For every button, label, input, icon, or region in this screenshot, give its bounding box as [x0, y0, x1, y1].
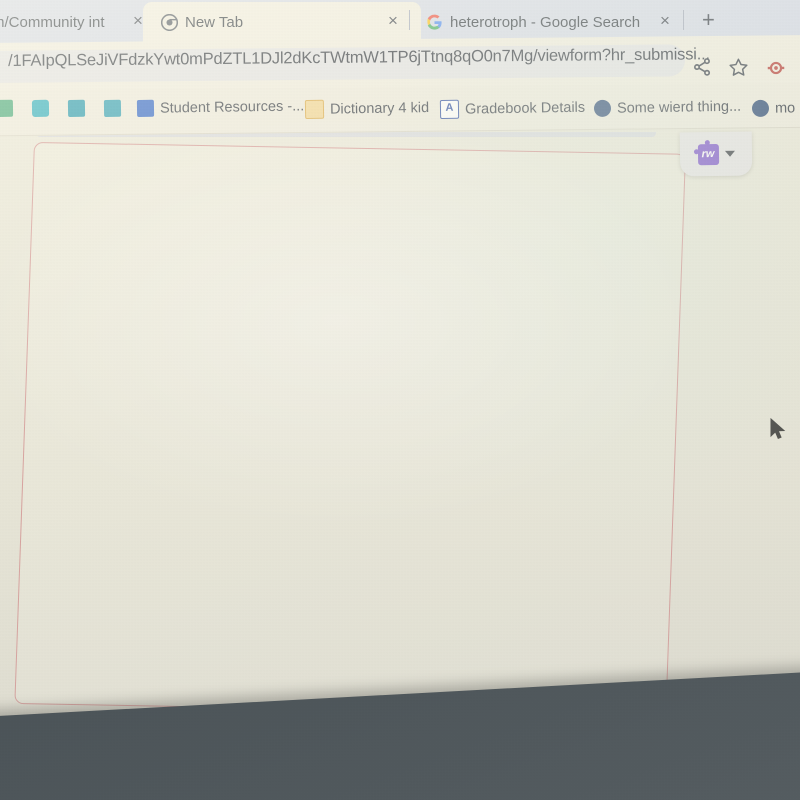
share-icon[interactable] [692, 57, 712, 77]
tab-label: New Tab [185, 13, 244, 31]
contact-icon [103, 99, 122, 117]
bookmark-item-dictionary[interactable]: Dictionary 4 kid [304, 98, 430, 119]
browser-window: m/Community int × New Tab × heterotroph … [0, 0, 800, 730]
extension-icon[interactable] [765, 57, 787, 79]
globe-icon [751, 99, 770, 117]
google-g-icon [427, 14, 442, 30]
bookmark-label: mo [774, 99, 796, 117]
mouse-cursor [770, 418, 786, 440]
tab-label: m/Community int [0, 13, 105, 31]
readwrite-puzzle-icon[interactable]: rw [697, 143, 719, 165]
bookmark-item-0[interactable] [0, 99, 14, 117]
gradebook-icon: A [439, 99, 460, 119]
bookmark-label: Dictionary 4 kid [329, 99, 430, 118]
bookmark-item-gradebook[interactable]: A Gradebook Details [439, 98, 586, 119]
chevron-down-icon[interactable] [724, 150, 735, 157]
chrome-icon [161, 13, 178, 31]
star-bookmark-icon[interactable] [728, 57, 749, 78]
readwrite-extension-bubble[interactable]: rw [679, 131, 753, 177]
tab-close-icon[interactable]: × [133, 12, 143, 29]
bookmark-item-student-resources[interactable]: Student Resources -... [136, 97, 305, 117]
tab-label: heterotroph - Google Search [450, 13, 641, 31]
bookmark-item-mo[interactable]: mo [751, 99, 796, 117]
dictionary-icon [304, 99, 325, 119]
bookmark-item-1[interactable] [31, 99, 50, 117]
tab-close-icon[interactable]: × [388, 12, 398, 29]
new-tab-button[interactable]: + [702, 9, 715, 31]
tab-new-tab[interactable]: New Tab [143, 2, 421, 42]
classroom-icon [136, 99, 155, 117]
book-icon [67, 99, 86, 117]
tab-close-icon[interactable]: × [660, 12, 670, 29]
bookmark-item-3[interactable] [103, 99, 122, 117]
bookmark-item-some-wierd-thing[interactable]: Some wierd thing... [593, 98, 742, 117]
drive-icon [31, 99, 50, 117]
bookmark-label: Student Resources -... [159, 97, 305, 117]
bookmark-item-2[interactable] [67, 99, 86, 117]
colored-app-icon [0, 99, 14, 117]
globe-icon [593, 99, 612, 117]
bookmark-label: Gradebook Details [464, 99, 586, 118]
bookmark-label: Some wierd thing... [616, 98, 742, 117]
